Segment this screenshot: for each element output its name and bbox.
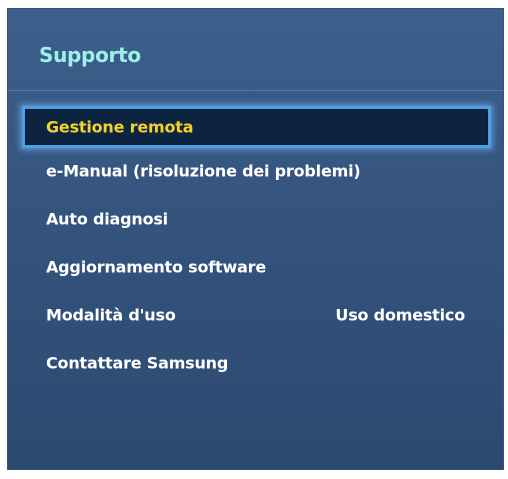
support-panel: Supporto Gestione remota e-Manual (risol… [7, 8, 504, 470]
menu-item-label: e-Manual (risoluzione dei problemi) [46, 161, 361, 181]
menu-item-contattare-samsung[interactable]: Contattare Samsung [22, 342, 491, 384]
menu-item-label: Auto diagnosi [46, 209, 168, 229]
menu-item-label: Contattare Samsung [46, 353, 229, 373]
menu-item-aggiornamento-software[interactable]: Aggiornamento software [22, 246, 491, 288]
support-menu: Gestione remota e-Manual (risoluzione de… [8, 9, 503, 469]
menu-item-e-manual[interactable]: e-Manual (risoluzione dei problemi) [22, 150, 491, 192]
menu-item-modalita-uso[interactable]: Modalità d'uso Uso domestico [22, 294, 491, 336]
menu-item-label: Aggiornamento software [46, 257, 267, 277]
menu-item-auto-diagnosi[interactable]: Auto diagnosi [22, 198, 491, 240]
menu-item-label: Gestione remota [46, 117, 194, 137]
menu-item-value: Uso domestico [335, 305, 465, 325]
menu-item-label: Modalità d'uso [46, 305, 176, 325]
menu-item-gestione-remota[interactable]: Gestione remota [22, 106, 491, 148]
